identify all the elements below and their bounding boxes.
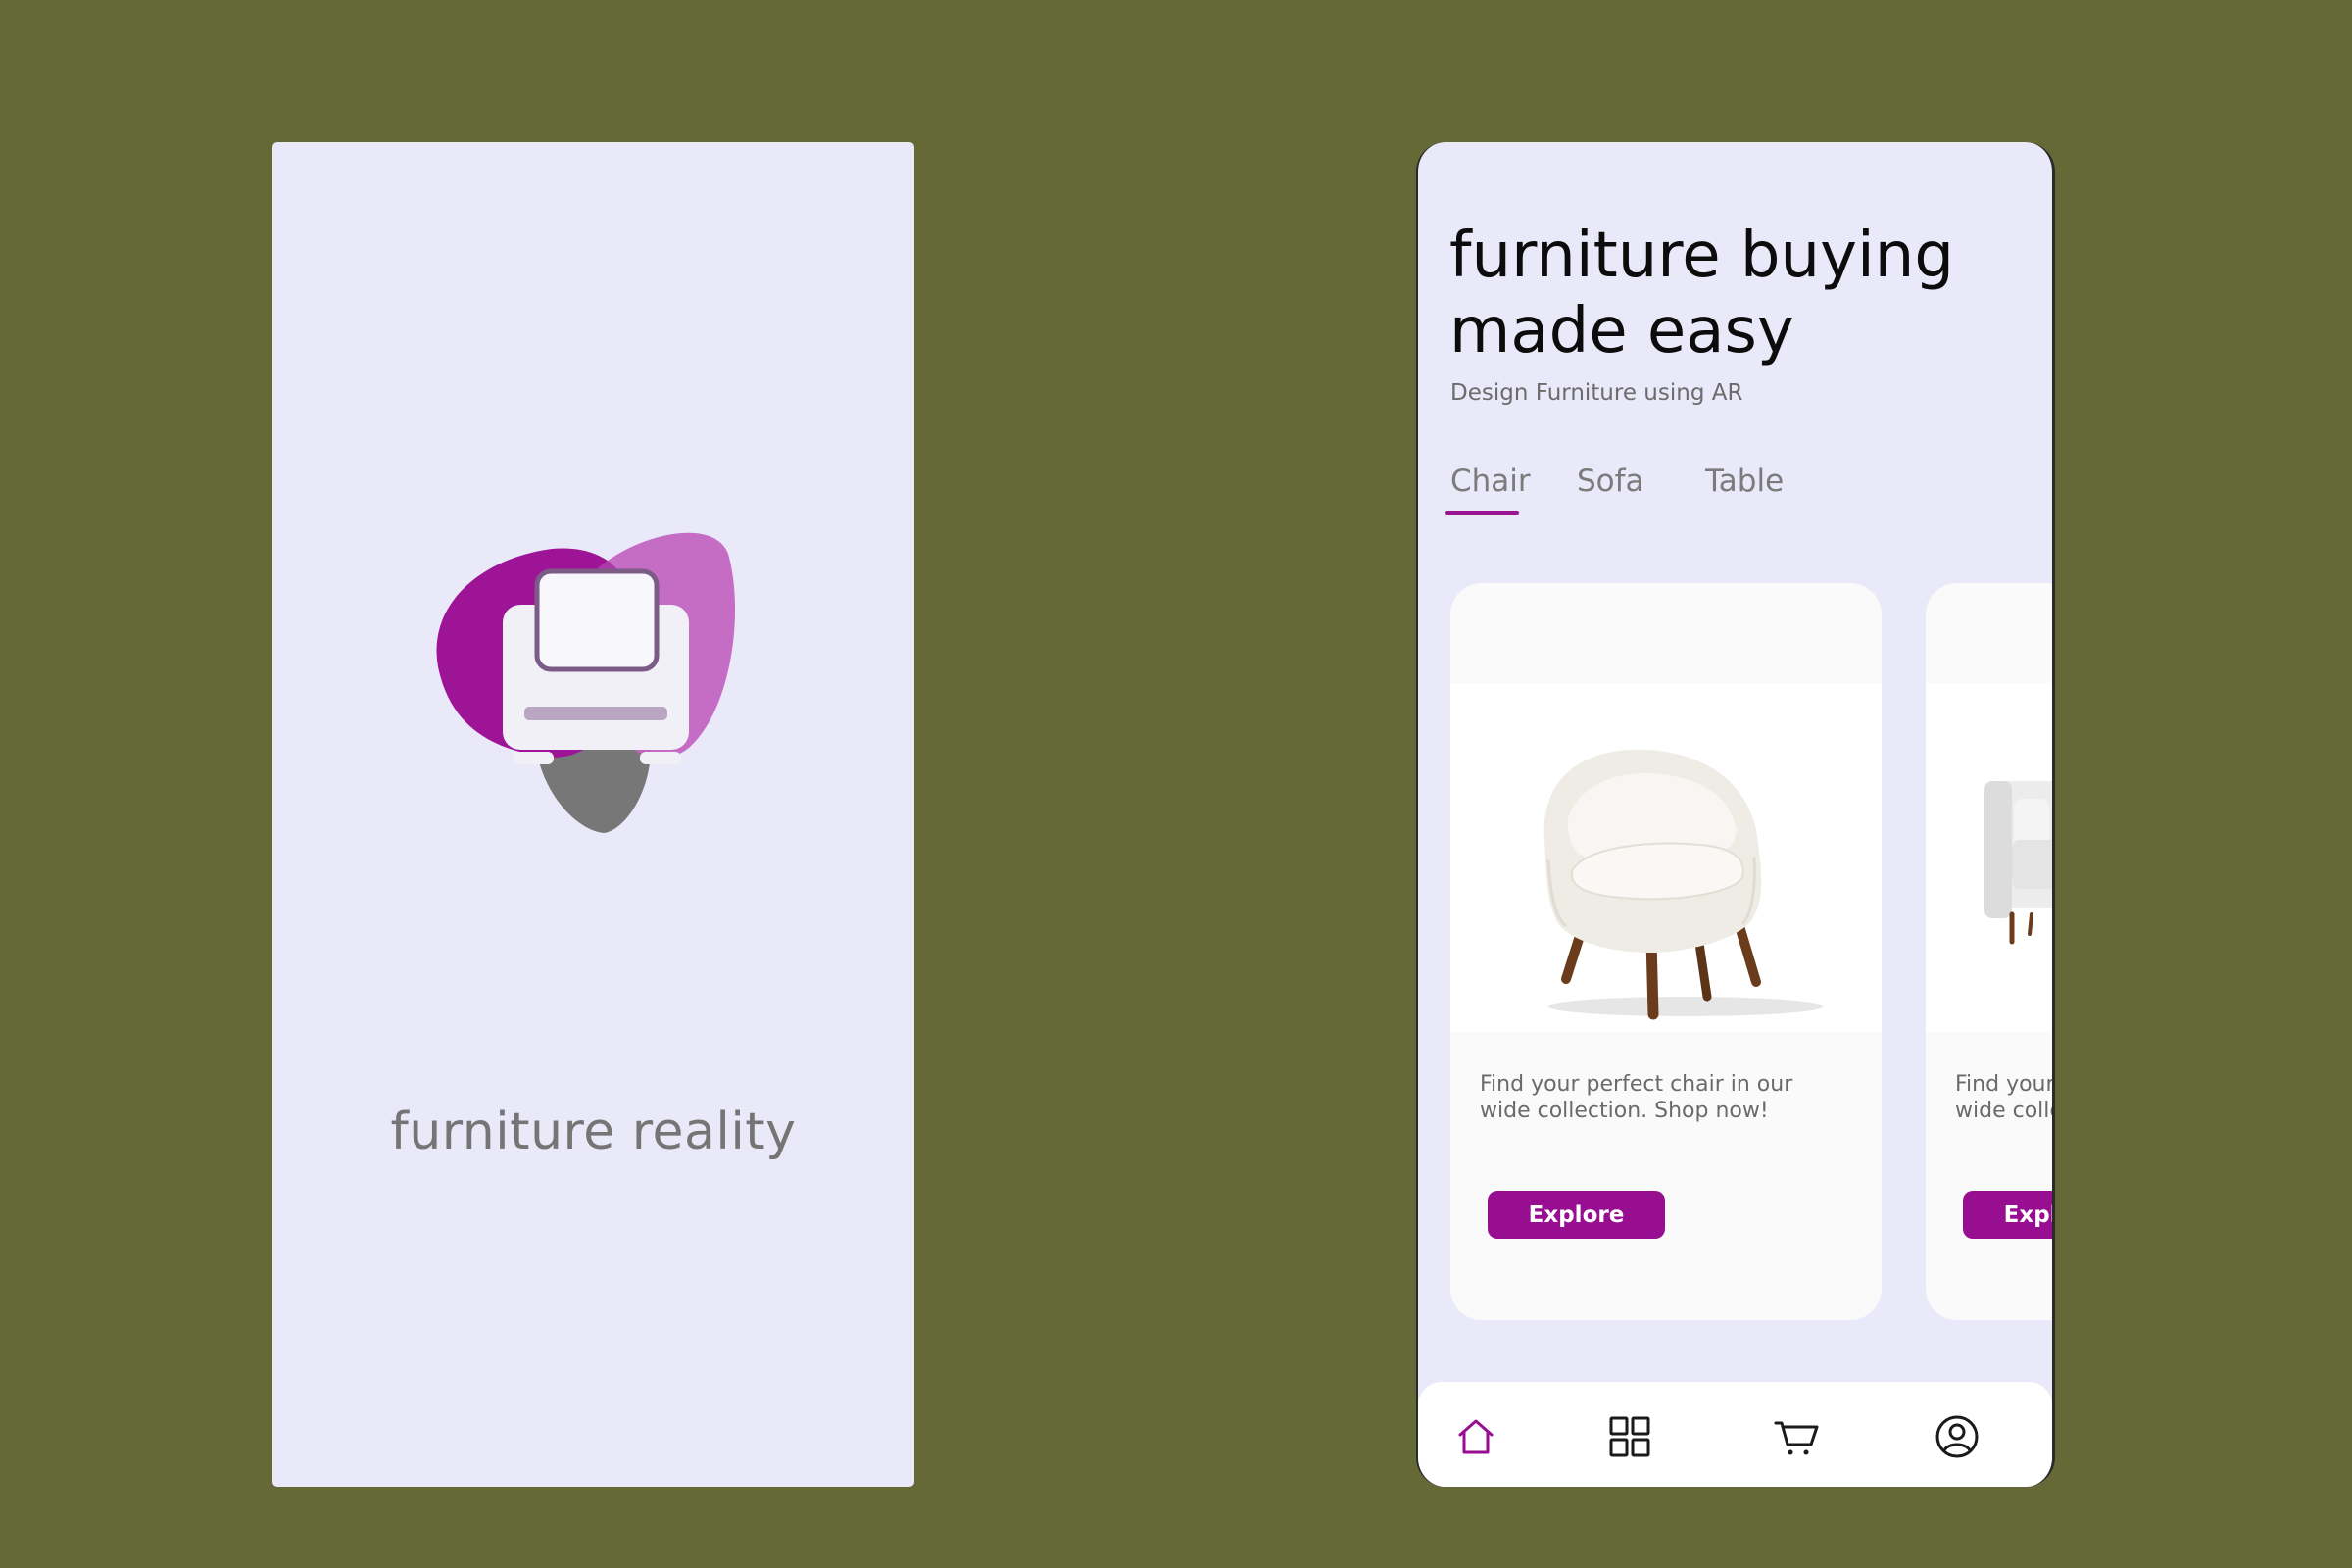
grid-icon[interactable] — [1606, 1413, 1653, 1460]
explore-button[interactable]: Explore — [1488, 1191, 1665, 1239]
cart-icon[interactable] — [1774, 1413, 1821, 1460]
page-title: furniture buying made easy — [1449, 220, 1954, 368]
page-subtitle: Design Furniture using AR — [1450, 380, 1743, 406]
home-icon[interactable] — [1452, 1413, 1499, 1460]
grey-sofa-image — [1926, 683, 2052, 1032]
product-card-sofa[interactable]: Find your perfect chair in our wide coll… — [1926, 583, 2055, 1320]
home-screen: furniture buying made easy Design Furnit… — [1416, 142, 2055, 1487]
active-tab-indicator — [1446, 511, 1519, 514]
profile-icon[interactable] — [1934, 1413, 1981, 1460]
splash-screen: furniture reality — [272, 142, 914, 1487]
brand-name: furniture reality — [390, 1102, 797, 1161]
card-description: Find your perfect chair in our wide coll… — [1955, 1072, 2055, 1123]
sofa-logo-icon — [436, 532, 736, 833]
product-card-chair[interactable]: Find your perfect chair in our wide coll… — [1450, 583, 1882, 1320]
tab-chair[interactable]: Chair — [1450, 464, 1531, 499]
white-armchair-image — [1450, 683, 1882, 1032]
tab-sofa[interactable]: Sofa — [1577, 464, 1644, 499]
card-description: Find your perfect chair in our wide coll… — [1480, 1072, 1793, 1123]
explore-button[interactable]: Explore — [1963, 1191, 2052, 1239]
tab-table[interactable]: Table — [1705, 464, 1784, 499]
bottom-navigation — [1418, 1382, 2052, 1487]
